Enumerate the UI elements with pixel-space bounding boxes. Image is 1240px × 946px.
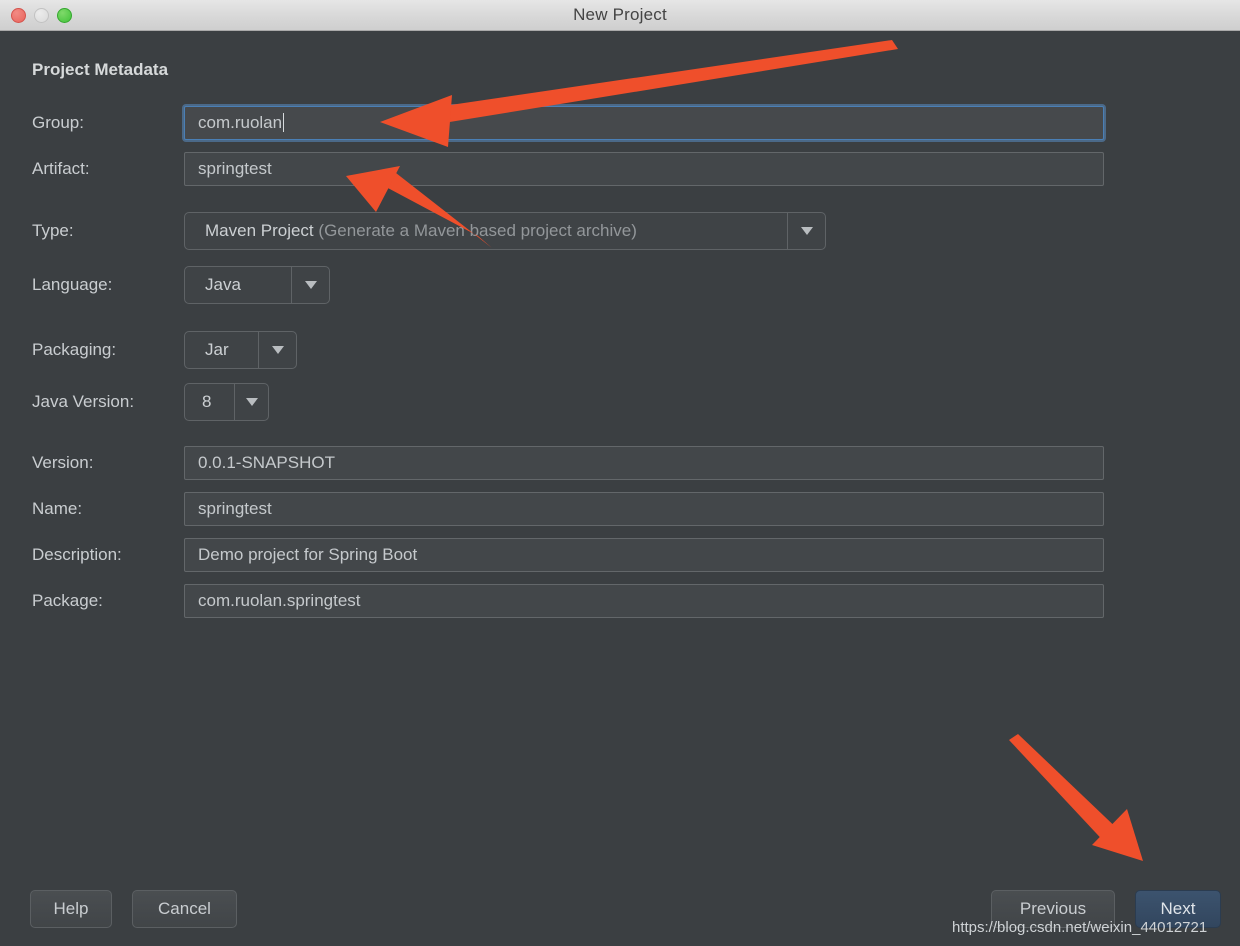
label-type: Type: [32,221,74,240]
section-title: Project Metadata [32,60,169,79]
type-combobox-arrow[interactable] [787,213,825,249]
language-combobox-value: Java [205,275,241,294]
packaging-combobox-value: Jar [205,340,229,359]
new-project-dialog: New Project Project Metadata Group: com.… [0,0,1240,946]
label-language: Language: [32,275,113,294]
version-input[interactable]: 0.0.1-SNAPSHOT [184,446,1104,480]
type-combobox-hint: (Generate a Maven based project archive) [318,221,637,240]
language-combobox[interactable]: Java [184,266,330,304]
group-input-value: com.ruolan [198,113,283,132]
type-combobox[interactable]: Maven Project (Generate a Maven based pr… [184,212,826,250]
label-packaging: Packaging: [32,340,117,359]
packaging-combobox[interactable]: Jar [184,331,297,369]
chevron-down-icon [271,346,284,354]
label-name: Name: [32,499,83,518]
window-title: New Project [573,5,667,24]
chevron-down-icon [304,281,317,289]
name-input[interactable]: springtest [184,492,1104,526]
package-input[interactable]: com.ruolan.springtest [184,584,1104,618]
label-group: Group: [32,113,84,132]
minimize-light[interactable] [34,8,49,23]
java-version-combobox[interactable]: 8 [184,383,269,421]
packaging-combobox-arrow[interactable] [258,332,296,368]
text-caret [283,113,285,132]
label-java-version: Java Version: [32,392,135,411]
close-light[interactable] [11,8,26,23]
maximize-light[interactable] [57,8,72,23]
cancel-button[interactable]: Cancel [132,890,237,928]
label-description: Description: [32,545,122,564]
window-controls[interactable] [11,8,72,23]
label-artifact: Artifact: [32,159,90,178]
watermark-text: https://blog.csdn.net/weixin_44012721 [952,919,1208,936]
chevron-down-icon [800,227,813,235]
artifact-input[interactable]: springtest [184,152,1104,186]
dialog-body: Project Metadata Group: com.ruolan Artif… [0,31,1240,946]
type-combobox-value: Maven Project (Generate a Maven based pr… [205,221,637,240]
chevron-down-icon [245,398,258,406]
java-version-combobox-arrow[interactable] [234,384,268,420]
label-package: Package: [32,591,103,610]
description-input[interactable]: Demo project for Spring Boot [184,538,1104,572]
label-version: Version: [32,453,94,472]
language-combobox-arrow[interactable] [291,267,329,303]
java-version-combobox-value: 8 [202,392,212,411]
title-bar: New Project [0,0,1240,31]
group-input[interactable]: com.ruolan [184,106,1104,140]
help-button[interactable]: Help [30,890,112,928]
